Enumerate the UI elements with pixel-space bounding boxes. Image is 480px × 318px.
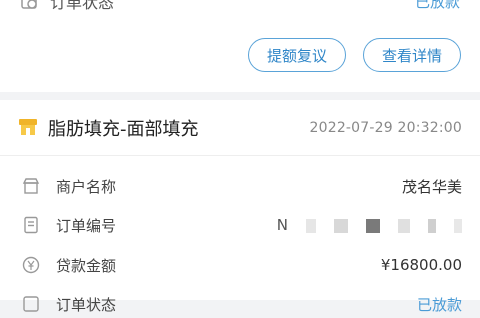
- order-number-prefix: N: [276, 216, 288, 234]
- redacted-block: [454, 218, 462, 233]
- loan-amount-row: 贷款金额 ¥16800.00: [0, 251, 480, 279]
- order-status-value: 已放款: [414, 0, 460, 11]
- loan-amount-label: 贷款金额: [56, 256, 117, 275]
- order-status-value-2: 已放款: [416, 295, 462, 314]
- order-header: 脂肪填充-面部填充 2022-07-29 20:32:00: [0, 108, 480, 148]
- document-icon: [24, 216, 38, 234]
- order-status-label: 订单状态: [50, 0, 115, 12]
- order-number-value: N: [277, 216, 462, 234]
- order-status-label-2: 订单状态: [56, 295, 117, 314]
- order-time: 2022-07-29 20:32:00: [309, 120, 462, 136]
- status-icon: [23, 296, 39, 312]
- merchant-row: 商户名称 茂名华美: [0, 172, 480, 200]
- redacted-block: [334, 218, 348, 233]
- order-number-label: 订单编号: [56, 216, 117, 235]
- merchant-value: 茂名华美: [401, 177, 462, 196]
- divider: [0, 155, 480, 156]
- order-status-row: 订单状态 已放款: [20, 0, 460, 14]
- yuan-coin-icon: [22, 256, 40, 274]
- merchant-label: 商户名称: [56, 177, 117, 196]
- status-card: 订单状态 已放款 提额复议 查看详情: [0, 0, 480, 92]
- appeal-limit-button[interactable]: 提额复议: [248, 38, 346, 72]
- status-icon: [21, 0, 37, 9]
- shop-icon: [19, 119, 37, 135]
- order-title: 脂肪填充-面部填充: [48, 119, 199, 140]
- loan-amount-value: ¥16800.00: [380, 256, 462, 274]
- order-card: 脂肪填充-面部填充 2022-07-29 20:32:00 商户名称 茂名华美 …: [0, 100, 480, 314]
- redacted-block: [306, 218, 316, 233]
- store-icon: [22, 178, 40, 194]
- redacted-block: [428, 218, 436, 233]
- view-details-button[interactable]: 查看详情: [363, 38, 461, 72]
- order-status-row-2: 订单状态 已放款: [0, 290, 480, 318]
- redacted-block: [398, 218, 410, 233]
- redacted-block: [366, 218, 380, 233]
- order-number-row: 订单编号 N: [0, 211, 480, 239]
